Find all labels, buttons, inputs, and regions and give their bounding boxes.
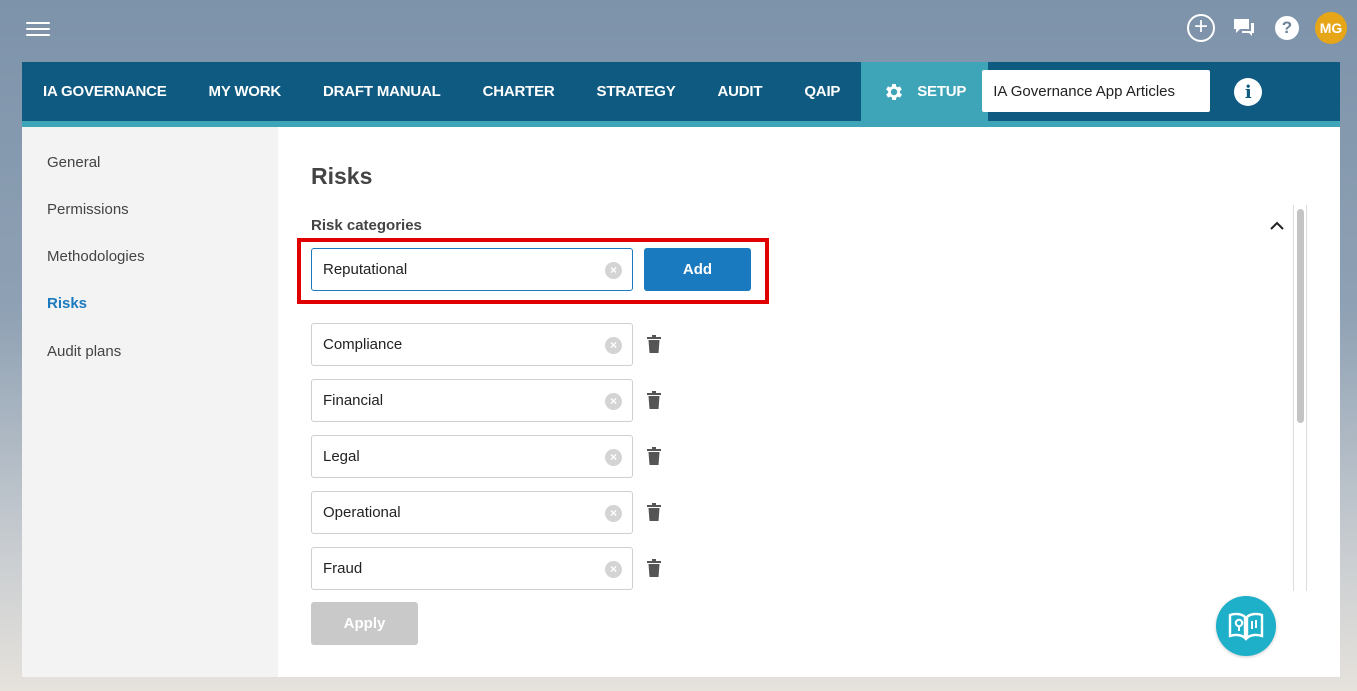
scrollbar-thumb[interactable] bbox=[1297, 209, 1304, 423]
clear-icon[interactable]: × bbox=[605, 393, 622, 410]
chevron-up-icon[interactable] bbox=[1269, 219, 1287, 233]
risk-category-value: Compliance bbox=[323, 336, 403, 353]
new-risk-category-input[interactable]: Reputational × bbox=[311, 248, 633, 291]
trash-icon[interactable] bbox=[646, 391, 662, 410]
sidebar-item-general[interactable]: General bbox=[47, 154, 100, 171]
risk-category-value: Financial bbox=[323, 392, 384, 409]
gear-icon bbox=[883, 81, 905, 103]
risk-category-field[interactable]: Fraud × bbox=[311, 547, 633, 590]
section-title: Risk categories bbox=[311, 217, 422, 234]
apply-button[interactable]: Apply bbox=[311, 602, 418, 645]
sidebar-item-audit-plans[interactable]: Audit plans bbox=[47, 343, 121, 360]
tab-ia-governance[interactable]: IA GOVERNANCE bbox=[22, 62, 188, 121]
scrollbar[interactable] bbox=[1293, 205, 1307, 591]
trash-icon[interactable] bbox=[646, 559, 662, 578]
clear-icon[interactable]: × bbox=[605, 449, 622, 466]
new-risk-category-value: Reputational bbox=[323, 261, 408, 278]
risk-category-field[interactable]: Operational × bbox=[311, 491, 633, 534]
risks-content: Risks Risk categories Reputational × Add… bbox=[297, 127, 1311, 677]
help-icon[interactable]: ? bbox=[1272, 13, 1302, 43]
risk-category-value: Operational bbox=[323, 504, 401, 521]
app-search-field[interactable]: IA Governance App Articles bbox=[982, 70, 1211, 112]
clear-icon[interactable]: × bbox=[605, 262, 622, 279]
trash-icon[interactable] bbox=[646, 503, 662, 522]
add-button[interactable]: Add bbox=[644, 248, 751, 291]
risk-category-field[interactable]: Compliance × bbox=[311, 323, 633, 366]
setup-sidebar: General Permissions Methodologies Risks … bbox=[22, 127, 278, 677]
plus-circle-icon[interactable]: + bbox=[1186, 13, 1216, 43]
sidebar-item-risks[interactable]: Risks bbox=[47, 295, 87, 312]
tab-my-work[interactable]: MY WORK bbox=[188, 62, 303, 121]
clear-icon[interactable]: × bbox=[605, 337, 622, 354]
tab-charter[interactable]: CHARTER bbox=[462, 62, 576, 121]
tab-audit[interactable]: AUDIT bbox=[697, 62, 784, 121]
menu-icon[interactable] bbox=[26, 22, 50, 38]
risk-category-value: Legal bbox=[323, 448, 360, 465]
content-panel: General Permissions Methodologies Risks … bbox=[22, 127, 1340, 677]
tab-draft-manual[interactable]: DRAFT MANUAL bbox=[302, 62, 462, 121]
clear-icon[interactable]: × bbox=[605, 561, 622, 578]
sidebar-item-permissions[interactable]: Permissions bbox=[47, 201, 129, 218]
tab-strategy[interactable]: STRATEGY bbox=[576, 62, 697, 121]
risk-category-field[interactable]: Financial × bbox=[311, 379, 633, 422]
risk-category-field[interactable]: Legal × bbox=[311, 435, 633, 478]
chat-icon[interactable] bbox=[1229, 13, 1259, 43]
page-title: Risks bbox=[311, 163, 373, 189]
help-book-icon[interactable] bbox=[1216, 596, 1276, 656]
risk-category-value: Fraud bbox=[323, 560, 363, 577]
trash-icon[interactable] bbox=[646, 447, 662, 466]
top-right-icons: + ? MG bbox=[1186, 12, 1347, 44]
avatar[interactable]: MG bbox=[1315, 12, 1347, 44]
trash-icon[interactable] bbox=[646, 335, 662, 354]
top-bar: + ? MG bbox=[0, 0, 1357, 62]
info-icon[interactable]: i bbox=[1234, 78, 1263, 106]
tab-setup[interactable]: SETUP bbox=[861, 62, 989, 121]
sidebar-item-methodologies[interactable]: Methodologies bbox=[47, 248, 145, 265]
clear-icon[interactable]: × bbox=[605, 505, 622, 522]
tab-setup-label: SETUP bbox=[917, 83, 967, 100]
tab-qaip[interactable]: QAIP bbox=[783, 62, 861, 121]
main-nav: IA GOVERNANCE MY WORK DRAFT MANUAL CHART… bbox=[22, 62, 1340, 121]
